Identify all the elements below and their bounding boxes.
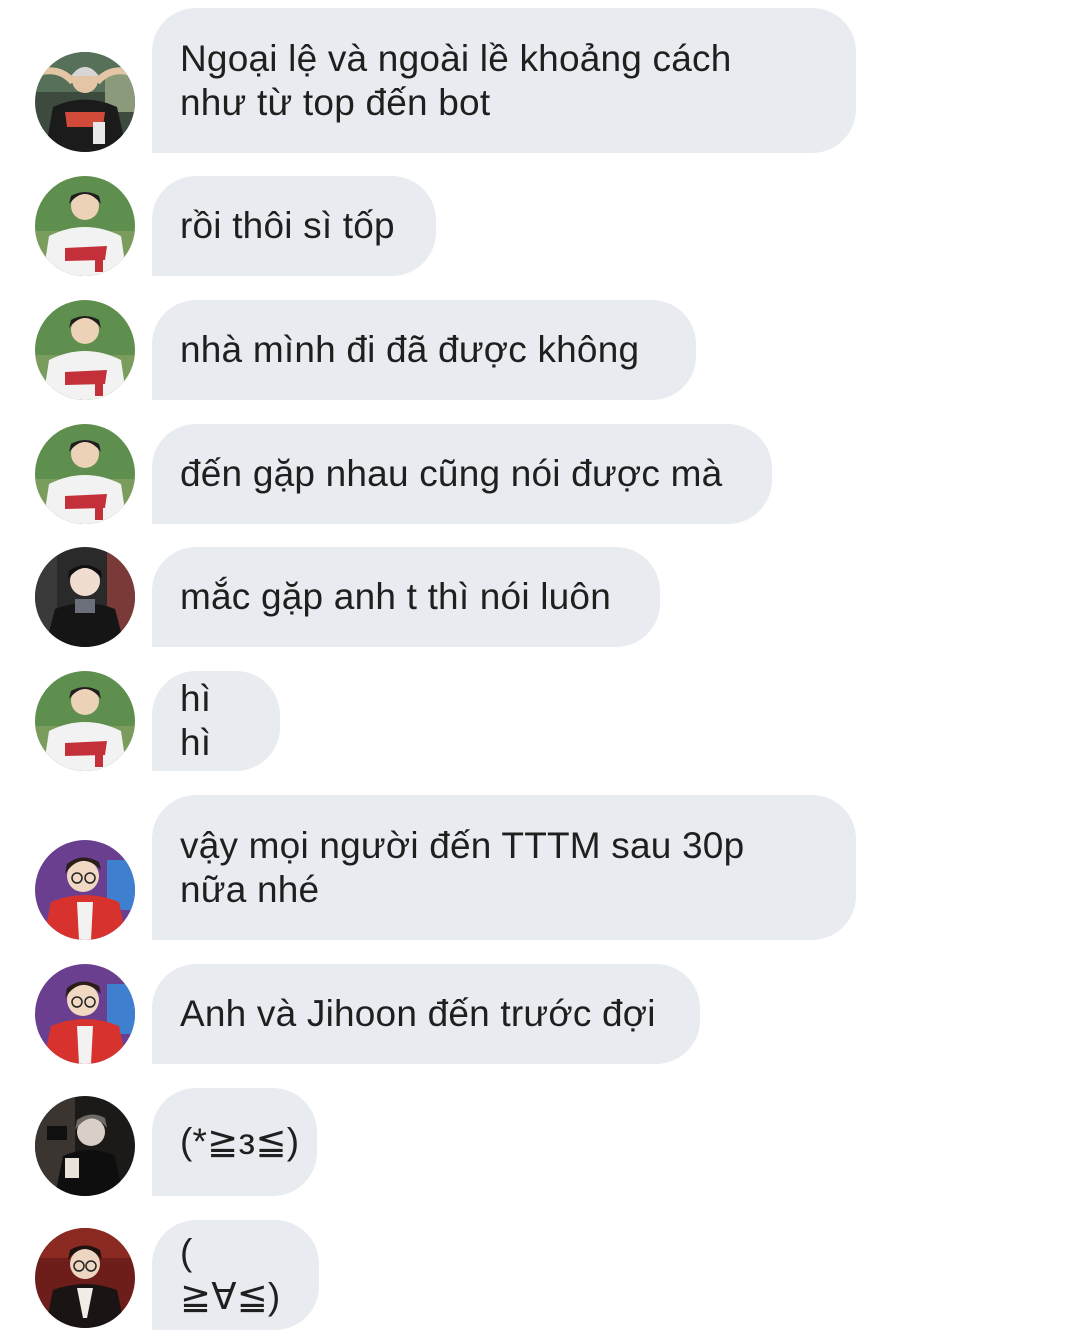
message-text: nhà mình đi đã được không <box>180 329 640 370</box>
message-text: hì hì <box>180 678 212 763</box>
avatar-baseball-jersey-icon <box>35 300 135 400</box>
message-text: đến gặp nhau cũng nói được mà <box>180 453 723 494</box>
avatar-dark-coat-icon <box>35 547 135 647</box>
avatar[interactable] <box>35 424 135 524</box>
message-bubble[interactable]: nhà mình đi đã được không <box>152 300 696 400</box>
avatar-red-jacket-glasses-icon <box>35 840 135 940</box>
message-text: Anh và Jihoon đến trước đợi <box>180 993 656 1034</box>
message-bubble[interactable]: Anh và Jihoon đến trước đợi <box>152 964 700 1064</box>
message-bubble[interactable]: mắc gặp anh t thì nói luôn <box>152 547 660 647</box>
avatar[interactable] <box>35 1096 135 1196</box>
avatar[interactable] <box>35 300 135 400</box>
avatar[interactable] <box>35 176 135 276</box>
avatar[interactable] <box>35 1228 135 1328</box>
avatar-beanie-jersey-icon <box>35 52 135 152</box>
avatar[interactable] <box>35 964 135 1064</box>
message-bubble[interactable]: rồi thôi sì tốp <box>152 176 436 276</box>
avatar[interactable] <box>35 840 135 940</box>
avatar-baseball-jersey-icon <box>35 176 135 276</box>
message-bubble[interactable]: hì hì <box>152 671 280 771</box>
avatar[interactable] <box>35 52 135 152</box>
message-text: Ngoại lệ và ngoài lề khoảng cách như từ … <box>180 37 732 123</box>
message-bubble[interactable]: ( ≧∀≦) <box>152 1220 319 1330</box>
message-text: vậy mọi người đến TTTM sau 30p nữa nhé <box>180 824 745 910</box>
avatar[interactable] <box>35 547 135 647</box>
message-bubble[interactable]: đến gặp nhau cũng nói được mà <box>152 424 772 524</box>
message-bubble[interactable]: vậy mọi người đến TTTM sau 30p nữa nhé <box>152 795 856 940</box>
avatar-red-jacket-glasses-icon <box>35 964 135 1064</box>
avatar-dark-photo-icon <box>35 1096 135 1196</box>
message-bubble[interactable]: Ngoại lệ và ngoài lề khoảng cách như từ … <box>152 8 856 153</box>
chat-message-list[interactable]: Ngoại lệ và ngoài lề khoảng cách như từ … <box>0 0 1080 1336</box>
avatar[interactable] <box>35 671 135 771</box>
message-text: rồi thôi sì tốp <box>180 205 395 246</box>
message-text: mắc gặp anh t thì nói luôn <box>180 576 611 617</box>
message-text: (*≧з≦) <box>180 1121 300 1162</box>
avatar-suit-red-background-icon <box>35 1228 135 1328</box>
avatar-baseball-jersey-icon <box>35 424 135 524</box>
message-bubble[interactable]: (*≧з≦) <box>152 1088 317 1196</box>
message-text: ( ≧∀≦) <box>180 1232 281 1317</box>
avatar-baseball-jersey-icon <box>35 671 135 771</box>
